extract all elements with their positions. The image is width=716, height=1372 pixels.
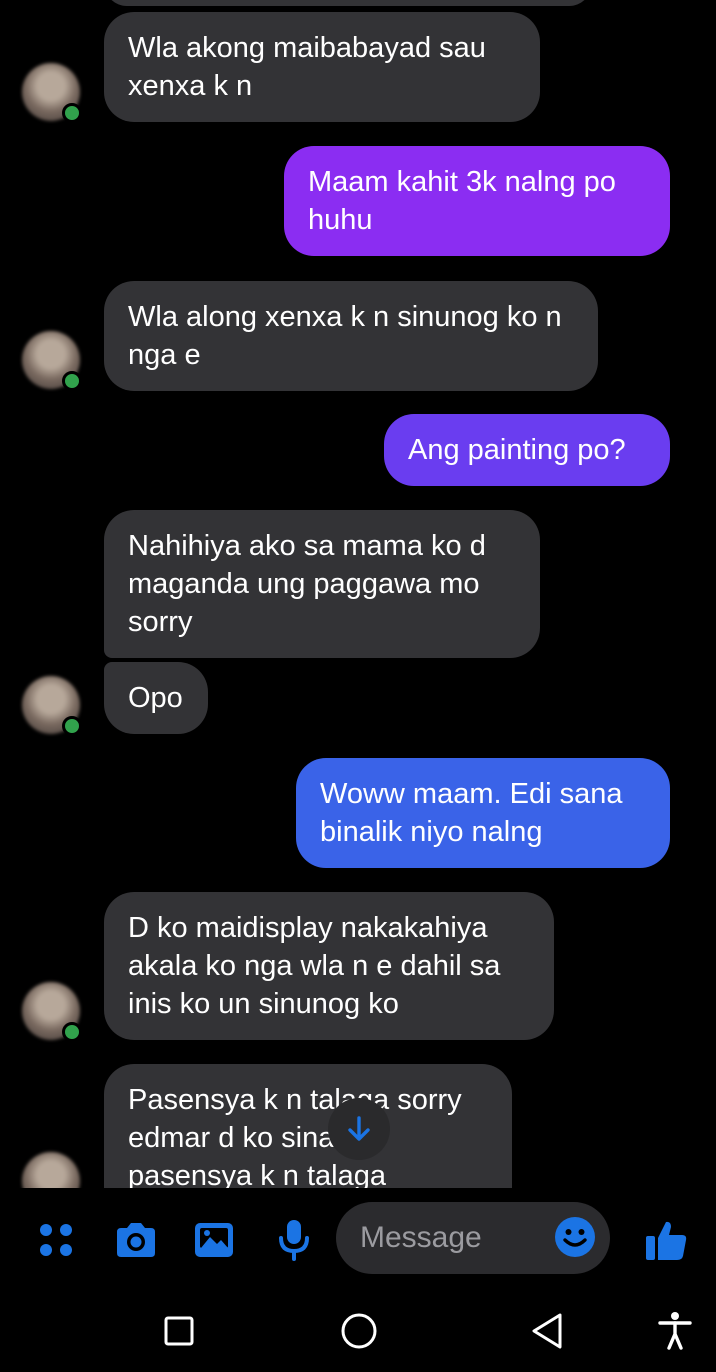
thumbs-up-icon xyxy=(646,1221,687,1260)
menu-dots-button[interactable] xyxy=(30,1214,82,1266)
voice-button[interactable] xyxy=(268,1214,320,1266)
recents-icon xyxy=(164,1316,194,1346)
message-bubble-partial xyxy=(104,0,592,6)
message-placeholder: Message xyxy=(360,1221,482,1254)
arrow-down-icon xyxy=(348,1116,370,1141)
home-icon xyxy=(341,1313,377,1349)
message-text: Opo xyxy=(128,682,183,714)
message-text: Pasensya k n talaga sorry edmar d ko sin… xyxy=(128,1084,462,1188)
camera-button[interactable] xyxy=(110,1214,162,1266)
emoji-icon[interactable] xyxy=(554,1216,596,1258)
incoming-message[interactable]: Opo xyxy=(104,662,208,734)
message-text: Maam kahit 3k nalng po huhu xyxy=(308,166,616,236)
gallery-icon xyxy=(195,1223,233,1257)
online-status-dot xyxy=(62,371,82,391)
scroll-to-bottom-button[interactable] xyxy=(328,1098,390,1160)
gallery-button[interactable] xyxy=(188,1214,240,1266)
accessibility-icon xyxy=(658,1312,692,1350)
incoming-message[interactable]: Nahihiya ako sa mama ko d maganda ung pa… xyxy=(104,510,540,658)
message-text: Wla along xenxa k n sinunog ko n nga e xyxy=(128,301,562,371)
incoming-message[interactable]: Wla akong maibabayad sau xenxa k n xyxy=(104,12,540,122)
outgoing-message[interactable]: Ang painting po? xyxy=(384,414,670,486)
incoming-message[interactable]: D ko maidisplay nakakahiya akala ko nga … xyxy=(104,892,554,1040)
online-status-dot xyxy=(62,103,82,123)
menu-dots-icon xyxy=(40,1224,72,1256)
accessibility-button[interactable] xyxy=(650,1306,700,1356)
message-text: Nahihiya ako sa mama ko d maganda ung pa… xyxy=(128,530,486,638)
incoming-message[interactable]: Pasensya k n talaga sorry edmar d ko sin… xyxy=(104,1064,512,1188)
outgoing-message[interactable]: Woww maam. Edi sana binalik niyo nalng xyxy=(296,758,670,868)
incoming-message[interactable]: Wla along xenxa k n sinunog ko n nga e xyxy=(104,281,598,391)
message-text: Ang painting po? xyxy=(408,434,626,466)
outgoing-message[interactable]: Maam kahit 3k nalng po huhu xyxy=(284,146,670,256)
conversation: Wla akong maibabayad sau xenxa k n Maam … xyxy=(0,0,716,1188)
back-icon xyxy=(532,1313,562,1349)
message-text: Wla akong maibabayad sau xenxa k n xyxy=(128,32,486,102)
message-text: Woww maam. Edi sana binalik niyo nalng xyxy=(320,778,623,848)
microphone-icon xyxy=(279,1220,309,1261)
thumbs-up-button[interactable] xyxy=(640,1214,692,1266)
message-text: D ko maidisplay nakakahiya akala ko nga … xyxy=(128,912,501,1020)
online-status-dot xyxy=(62,716,82,736)
recents-button[interactable] xyxy=(154,1306,204,1356)
home-button[interactable] xyxy=(334,1306,384,1356)
online-status-dot xyxy=(62,1022,82,1042)
camera-icon xyxy=(117,1223,155,1257)
back-button[interactable] xyxy=(522,1306,572,1356)
contact-avatar[interactable] xyxy=(22,1152,80,1188)
